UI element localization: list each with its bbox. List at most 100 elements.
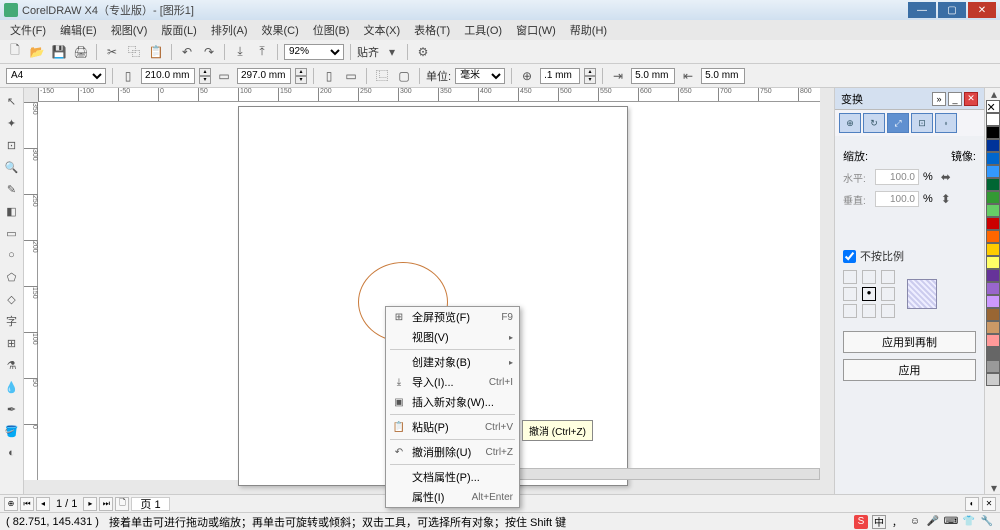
close-button[interactable]: ✕ bbox=[968, 2, 996, 18]
menu-edit[interactable]: 编辑(E) bbox=[54, 20, 103, 40]
new-button[interactable]: 🗋 bbox=[6, 43, 24, 61]
ctx-undo[interactable]: ↶撤消删除(U)Ctrl+Z bbox=[386, 442, 519, 462]
color-swatch[interactable] bbox=[986, 243, 1000, 256]
menu-view[interactable]: 视图(V) bbox=[105, 20, 154, 40]
outline-tool[interactable]: ✒ bbox=[2, 399, 22, 419]
zoom-combo[interactable]: 92% bbox=[284, 44, 344, 60]
menu-window[interactable]: 窗口(W) bbox=[510, 20, 562, 40]
redo-button[interactable]: ↷ bbox=[200, 43, 218, 61]
palette-down-button[interactable]: ▾ bbox=[985, 482, 1000, 494]
menu-tools[interactable]: 工具(O) bbox=[458, 20, 508, 40]
ctx-import[interactable]: ⤓导入(I)...Ctrl+I bbox=[386, 372, 519, 392]
mirror-v-button[interactable]: ⬍ bbox=[937, 190, 955, 208]
smartfill-tool[interactable]: ◧ bbox=[2, 201, 22, 221]
eyedropper-tool[interactable]: 💧 bbox=[2, 377, 22, 397]
fill-indicator[interactable]: ◐ bbox=[965, 497, 979, 511]
color-swatch[interactable] bbox=[986, 347, 1000, 360]
sogou-icon[interactable]: S bbox=[854, 515, 868, 529]
docker-close-button[interactable]: ✕ bbox=[964, 92, 978, 106]
freehand-tool[interactable]: ✎ bbox=[2, 179, 22, 199]
paper-combo[interactable]: A4 bbox=[6, 68, 106, 84]
tab-rotate[interactable]: ↻ bbox=[863, 113, 885, 133]
color-swatch[interactable] bbox=[986, 165, 1000, 178]
ime-mic-icon[interactable]: 🎤 bbox=[926, 515, 940, 529]
dup-x-input[interactable] bbox=[631, 68, 675, 84]
docker-collapse-button[interactable]: » bbox=[932, 92, 946, 106]
tab-skew[interactable]: ⬫ bbox=[935, 113, 957, 133]
color-swatch[interactable] bbox=[986, 178, 1000, 191]
page-width-input[interactable] bbox=[141, 68, 195, 84]
nextpage-button[interactable]: ▸ bbox=[83, 497, 97, 511]
ctx-fullscreen[interactable]: ⊞全屏预览(F)F9 bbox=[386, 307, 519, 327]
addpage2-button[interactable]: 🗋 bbox=[115, 497, 129, 511]
color-swatch[interactable] bbox=[986, 269, 1000, 282]
page-tab-1[interactable]: 页 1 bbox=[131, 497, 169, 511]
color-swatch[interactable] bbox=[986, 295, 1000, 308]
ime-skin-icon[interactable]: 👕 bbox=[962, 515, 976, 529]
polygon-tool[interactable]: ⬠ bbox=[2, 267, 22, 287]
nudge-spinner[interactable]: ▴▾ bbox=[584, 68, 596, 84]
crop-tool[interactable]: ⊡ bbox=[2, 135, 22, 155]
ime-punct-icon[interactable]: ， bbox=[890, 515, 904, 529]
undo-button[interactable]: ↶ bbox=[178, 43, 196, 61]
color-swatch[interactable] bbox=[986, 282, 1000, 295]
apply-duplicate-button[interactable]: 应用到再制 bbox=[843, 331, 976, 353]
color-swatch[interactable] bbox=[986, 191, 1000, 204]
ctx-insert[interactable]: ▣插入新对象(W)... bbox=[386, 392, 519, 412]
color-swatch[interactable] bbox=[986, 360, 1000, 373]
interactivefill-tool[interactable]: ◐ bbox=[2, 443, 22, 463]
tab-scale[interactable]: ⤢ bbox=[887, 113, 909, 133]
anchor-grid[interactable] bbox=[843, 270, 897, 318]
unit-combo[interactable]: 毫米 bbox=[455, 68, 505, 84]
menu-bitmap[interactable]: 位图(B) bbox=[307, 20, 356, 40]
snap-dropdown-button[interactable]: ▾ bbox=[383, 43, 401, 61]
nonprop-checkbox[interactable] bbox=[843, 250, 856, 263]
landscape-button[interactable]: ▭ bbox=[342, 67, 360, 85]
page-height-spinner[interactable]: ▴▾ bbox=[295, 68, 307, 84]
fill-tool[interactable]: 🪣 bbox=[2, 421, 22, 441]
ctx-create[interactable]: 创建对象(B)▸ bbox=[386, 352, 519, 372]
print-button[interactable]: 🖨 bbox=[72, 43, 90, 61]
nudge-input[interactable] bbox=[540, 68, 580, 84]
prevpage-button[interactable]: ◂ bbox=[36, 497, 50, 511]
landscape-icon[interactable]: ▭ bbox=[215, 67, 233, 85]
text-tool[interactable]: 字 bbox=[2, 311, 22, 331]
color-swatch[interactable] bbox=[986, 334, 1000, 347]
cut-button[interactable]: ✂ bbox=[103, 43, 121, 61]
addpage-button[interactable]: ⊕ bbox=[4, 497, 18, 511]
export-button[interactable]: ⤒ bbox=[253, 43, 271, 61]
menu-text[interactable]: 文本(X) bbox=[357, 20, 406, 40]
ellipse-tool[interactable]: ○ bbox=[2, 245, 22, 265]
tab-position[interactable]: ⊕ bbox=[839, 113, 861, 133]
color-swatch[interactable] bbox=[986, 126, 1000, 139]
ctx-docprop[interactable]: 文档属性(P)... bbox=[386, 467, 519, 487]
tab-size[interactable]: ⊡ bbox=[911, 113, 933, 133]
ctx-view[interactable]: 视图(V)▸ bbox=[386, 327, 519, 347]
ime-tool-icon[interactable]: 🔧 bbox=[980, 515, 994, 529]
mirror-h-button[interactable]: ⬌ bbox=[937, 168, 955, 186]
open-button[interactable]: 📂 bbox=[28, 43, 46, 61]
page-width-spinner[interactable]: ▴▾ bbox=[199, 68, 211, 84]
minimize-button[interactable]: — bbox=[908, 2, 936, 18]
ime-keyboard-icon[interactable]: ⌨ bbox=[944, 515, 958, 529]
save-button[interactable]: 💾 bbox=[50, 43, 68, 61]
portrait-icon[interactable]: ▯ bbox=[119, 67, 137, 85]
color-swatch[interactable] bbox=[986, 373, 1000, 386]
rectangle-tool[interactable]: ▭ bbox=[2, 223, 22, 243]
color-swatch[interactable] bbox=[986, 113, 1000, 126]
nocolor-swatch[interactable]: ✕ bbox=[986, 100, 1000, 113]
menu-file[interactable]: 文件(F) bbox=[4, 20, 52, 40]
color-swatch[interactable] bbox=[986, 217, 1000, 230]
allpages-button[interactable]: ⿺ bbox=[373, 67, 391, 85]
options-button[interactable]: ⚙ bbox=[414, 43, 432, 61]
currentpage-button[interactable]: ▢ bbox=[395, 67, 413, 85]
ime-emoji-icon[interactable]: ☺ bbox=[908, 515, 922, 529]
menu-table[interactable]: 表格(T) bbox=[408, 20, 456, 40]
shape-tool[interactable]: ✦ bbox=[2, 113, 22, 133]
firstpage-button[interactable]: ⏮ bbox=[20, 497, 34, 511]
color-swatch[interactable] bbox=[986, 321, 1000, 334]
apply-button[interactable]: 应用 bbox=[843, 359, 976, 381]
basicshape-tool[interactable]: ◇ bbox=[2, 289, 22, 309]
dup-y-input[interactable] bbox=[701, 68, 745, 84]
zoom-tool[interactable]: 🔍 bbox=[2, 157, 22, 177]
